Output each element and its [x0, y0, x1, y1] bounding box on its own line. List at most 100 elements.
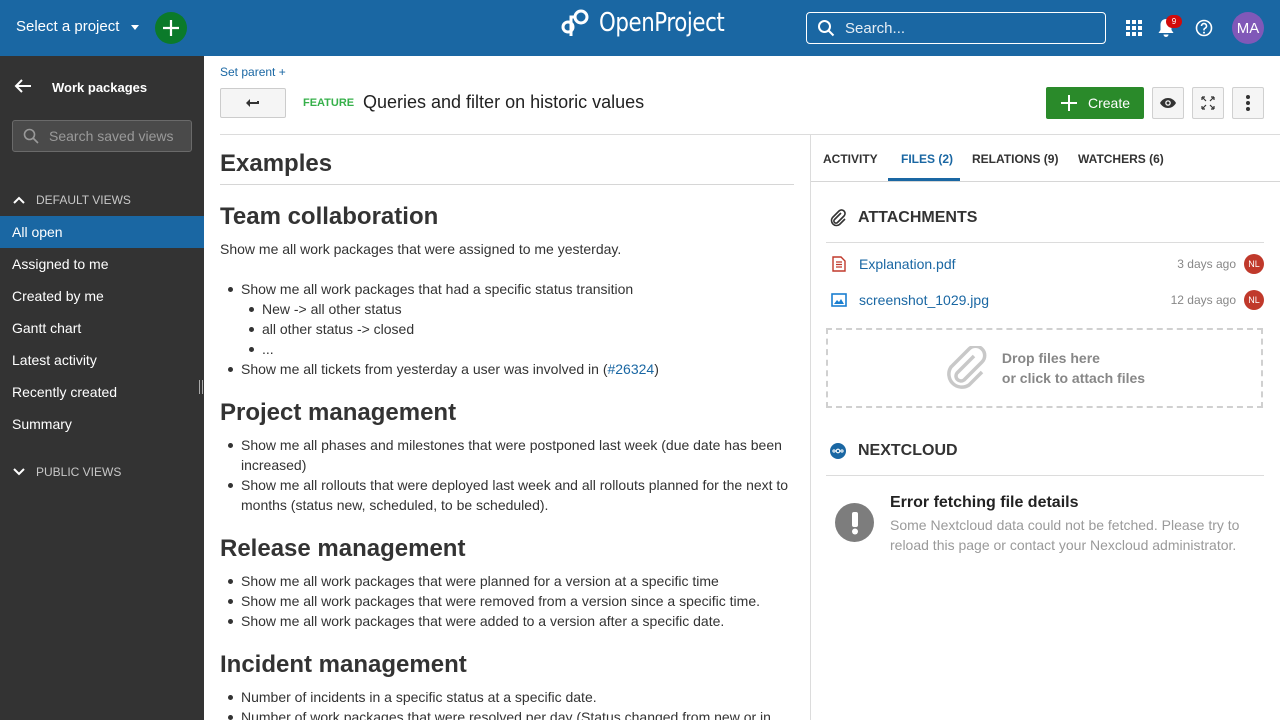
work-package-type: FEATURE	[303, 97, 355, 109]
details-tabs: ACTIVITY FILES (2) RELATIONS (9) WATCHER…	[811, 135, 1280, 182]
paperclip-icon	[947, 346, 987, 389]
section-intro: Show me all work packages that were assi…	[220, 241, 622, 257]
caret-down-icon	[131, 25, 140, 30]
list-item: ...	[241, 339, 794, 359]
image-file-icon	[831, 293, 847, 307]
active-tab-indicator	[888, 178, 960, 181]
arrow-left-icon	[14, 79, 31, 93]
saved-views-search-input[interactable]	[49, 128, 189, 144]
search-icon	[818, 20, 835, 37]
list-item: Show me all rollouts that were deployed …	[220, 475, 794, 515]
set-parent-label: Set parent	[220, 65, 276, 79]
paperclip-icon	[830, 209, 846, 227]
back-button[interactable]	[220, 88, 286, 118]
sidebar-item-latest-activity[interactable]: Latest activity	[0, 344, 204, 376]
attachments-header: ATTACHMENTS	[830, 209, 977, 227]
sidebar-item-recently-created[interactable]: Recently created	[0, 376, 204, 408]
list-item: Show me all phases and milestones that w…	[220, 435, 794, 475]
sidebar-title: Work packages	[52, 80, 148, 95]
attachment-name[interactable]: screenshot_1029.jpg	[859, 292, 989, 308]
nextcloud-divider	[826, 475, 1264, 476]
tab-relations[interactable]: RELATIONS (9)	[972, 152, 1058, 166]
bullet-list: Show me all phases and milestones that w…	[220, 435, 794, 515]
sidebar-resize-handle[interactable]	[199, 380, 203, 394]
public-views-toggle[interactable]: PUBLIC VIEWS	[12, 465, 121, 479]
sidebar-item-assigned-to-me[interactable]: Assigned to me	[0, 248, 204, 280]
work-package-description: Examples Team collaboration Show me all …	[220, 150, 794, 720]
nextcloud-header: NEXTCLOUD	[830, 442, 958, 460]
create-button[interactable]: Create	[1046, 87, 1144, 119]
list-item: all other status -> closed	[241, 319, 794, 339]
openproject-logo[interactable]: OpenProject	[559, 8, 752, 38]
attachment-row: Explanation.pdf 3 days ago NL	[830, 253, 1264, 275]
chevron-up-icon	[13, 196, 25, 204]
list-item: Show me all work packages that were remo…	[220, 591, 794, 611]
set-parent-link[interactable]: Set parent +	[220, 65, 286, 79]
attachments-divider	[826, 242, 1264, 243]
tab-files[interactable]: FILES (2)	[901, 152, 953, 166]
help-button[interactable]	[1192, 16, 1216, 40]
global-search-input[interactable]	[845, 19, 1085, 37]
list-item: Show me all work packages that were plan…	[220, 571, 794, 591]
attachment-name[interactable]: Explanation.pdf	[859, 256, 956, 272]
work-package-link[interactable]: #26324	[607, 361, 654, 377]
list-item: New -> all other status	[241, 299, 794, 319]
more-actions-button[interactable]	[1232, 87, 1264, 119]
notification-count-badge: 9	[1166, 15, 1182, 28]
attachment-date: 3 days ago	[1177, 257, 1236, 271]
plus-icon	[1060, 95, 1077, 111]
bullet-list: Show me all work packages that were plan…	[220, 571, 794, 631]
sidebar-item-created-by-me[interactable]: Created by me	[0, 280, 204, 312]
exclamation-icon	[851, 511, 858, 534]
list-item: Number of incidents in a specific status…	[220, 687, 794, 707]
top-navigation-bar: Select a project OpenProject 9 MA	[0, 0, 1280, 56]
sidebar-item-gantt-chart[interactable]: Gantt chart	[0, 312, 204, 344]
project-select-label: Select a project	[16, 18, 120, 35]
grid-icon	[1126, 20, 1142, 36]
watch-button[interactable]	[1152, 87, 1184, 119]
chevron-down-icon	[13, 468, 25, 476]
panel-divider	[810, 134, 811, 720]
section-heading: Project management	[220, 399, 457, 426]
tab-activity[interactable]: ACTIVITY	[823, 152, 878, 166]
tab-watchers[interactable]: WATCHERS (6)	[1078, 152, 1164, 166]
fullscreen-button[interactable]	[1192, 87, 1224, 119]
work-package-title[interactable]: Queries and filter on historic values	[363, 92, 644, 113]
pdf-file-icon	[832, 256, 846, 272]
search-icon	[23, 128, 39, 144]
global-search[interactable]	[806, 12, 1106, 44]
attachment-date: 12 days ago	[1170, 293, 1236, 307]
expand-icon	[1201, 96, 1215, 110]
default-views-label: DEFAULT VIEWS	[36, 193, 131, 207]
default-views-toggle[interactable]: DEFAULT VIEWS	[12, 193, 131, 207]
plus-icon: +	[278, 65, 286, 79]
eye-icon	[1160, 98, 1176, 108]
attachments-title: ATTACHMENTS	[858, 209, 978, 226]
attachment-row: screenshot_1029.jpg 12 days ago NL	[830, 289, 1264, 311]
default-views-list: All open Assigned to me Created by me Ga…	[0, 216, 204, 440]
file-dropzone[interactable]: Drop files here or click to attach files	[826, 328, 1263, 408]
section-heading: Release management	[220, 535, 466, 562]
modules-menu-button[interactable]	[1122, 16, 1146, 40]
project-select-dropdown[interactable]: Select a project	[16, 18, 140, 35]
kebab-menu-icon	[1246, 95, 1250, 111]
sidebar-item-all-open[interactable]: All open	[0, 216, 204, 248]
plus-icon	[163, 20, 179, 36]
sidebar: Work packages DEFAULT VIEWS All open Ass…	[0, 56, 204, 720]
sidebar-back-button[interactable]	[14, 78, 32, 99]
bullet-list: Number of incidents in a specific status…	[220, 687, 794, 720]
back-arrow-icon	[246, 99, 259, 107]
logo-text: OpenProject	[599, 8, 725, 38]
list-item: Show me all tickets from yesterday a use…	[220, 359, 794, 379]
quick-add-button[interactable]	[155, 12, 187, 44]
uploader-avatar: NL	[1244, 290, 1264, 310]
help-icon	[1195, 19, 1213, 37]
sub-bullet-list: New -> all other status all other status…	[241, 299, 794, 359]
saved-views-search[interactable]	[12, 120, 192, 152]
uploader-avatar: NL	[1244, 254, 1264, 274]
dropzone-text: Drop files here or click to attach files	[1001, 350, 1146, 386]
user-avatar[interactable]: MA	[1232, 12, 1264, 44]
sidebar-item-summary[interactable]: Summary	[0, 408, 204, 440]
nextcloud-title: NEXTCLOUD	[858, 442, 958, 459]
list-item: Show me all work packages that had a spe…	[220, 279, 794, 359]
